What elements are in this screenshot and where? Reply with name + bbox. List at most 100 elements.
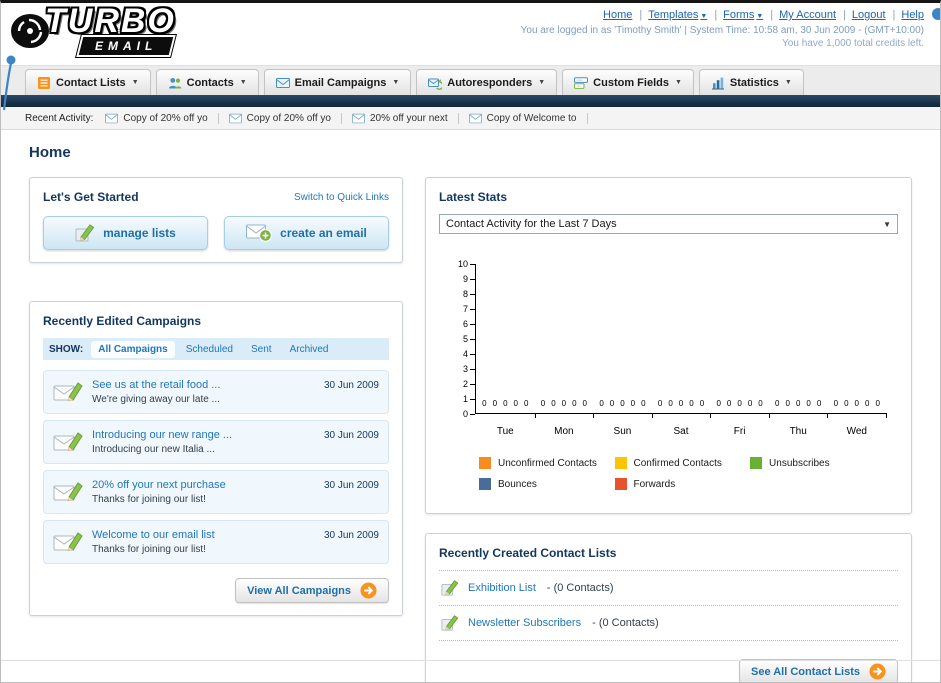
chart-x-tick-label: Wed [846,426,867,437]
legend-item: Unconfirmed Contacts [479,457,615,469]
see-all-contact-lists-label: See All Contact Lists [750,665,860,678]
latest-stats-panel: Latest Stats Contact Activity for the La… [425,177,912,514]
legend-item: Forwards [614,478,751,490]
contact-activity-chart: 10 9 8 7 6 5 4 3 2 1 0 000000000000000000000000000… [449,260,887,499]
pencil-icon [441,614,459,632]
create-email-button[interactable]: create an email [224,216,389,250]
legend-swatch [479,478,491,490]
nav-link-logout[interactable]: Logout [852,9,896,21]
chart-y-tick: 8 [463,290,475,299]
recent-activity-text: Copy of 20% off yo [246,112,331,124]
recent-activity-item[interactable]: Copy of Welcome to [469,112,588,124]
view-all-campaigns-button[interactable]: View All Campaigns [235,578,389,603]
stats-period-dropdown[interactable]: Contact Activity for the Last 7 Days ▼ [439,214,898,234]
tab-label: Autoresponders [447,76,533,89]
campaign-list-item[interactable]: Introducing our new range ... Introducin… [43,420,389,464]
contact-lists-panel-title: Recently Created Contact Lists [439,546,617,560]
chart-y-tick: 2 [463,380,475,389]
campaign-subtitle: We're giving away our late ... [92,394,220,405]
envelope-icon [105,113,118,124]
filter-scheduled[interactable]: Scheduled [179,341,240,358]
chart-y-axis: 10 9 8 7 6 5 4 3 2 1 0 [449,260,475,419]
autoresponders-icon [428,76,442,90]
recent-activity-item[interactable]: 20% off your next [352,112,459,124]
legend-item: Confirmed Contacts [614,457,751,469]
latest-stats-title: Latest Stats [439,190,508,204]
chart-x-tick-label: Mon [554,426,574,437]
nav-link-help[interactable]: Help [901,9,924,21]
nav-link-my-account[interactable]: My Account [779,9,846,21]
statistics-icon [711,76,725,90]
chevron-down-icon: ▼ [392,79,400,86]
chart-y-tick: 0 [463,410,475,419]
legend-item: Bounces [479,478,615,490]
contact-lists-icon [37,76,51,90]
campaigns-panel-title: Recently Edited Campaigns [43,314,202,328]
campaign-date: 30 Jun 2009 [323,480,379,491]
main-content: Home Let's Get Started Switch to Quick L… [1,130,940,682]
campaign-title-link[interactable]: 20% off your next purchase [92,479,315,491]
logo-wordmark: TURBO EMAIL [45,4,177,58]
tab-label: Statistics [729,76,779,89]
campaign-subtitle: Thanks for joining our list! [92,544,206,555]
chart-y-tick: 4 [463,350,475,359]
tab-contact-lists[interactable]: Contact Lists ▼ [25,69,151,95]
envelope-icon [352,113,365,124]
nav-link-forms[interactable]: Forms ▼ [723,9,773,21]
campaign-list-item[interactable]: See us at the retail food ... We're givi… [43,370,389,414]
tab-email-campaigns[interactable]: Email Campaigns ▼ [263,69,412,95]
campaign-title-link[interactable]: Introducing our new range ... [92,429,315,441]
corner-dot-decoration [932,8,940,20]
contact-list-item[interactable]: Exhibition List - (0 Contacts) [439,571,898,606]
filter-all-campaigns[interactable]: All Campaigns [91,340,175,358]
tab-statistics[interactable]: Statistics ▼ [698,69,804,95]
contact-list-name-link[interactable]: Exhibition List [468,582,536,594]
tab-autoresponders[interactable]: Autoresponders ▼ [416,69,558,95]
campaigns-filter-bar: SHOW: All Campaigns Scheduled Sent Archi… [43,338,389,360]
tab-label: Contact Lists [56,76,126,89]
campaign-title-link[interactable]: Welcome to our email list [92,529,315,541]
contact-list-item[interactable]: Newsletter Subscribers - (0 Contacts) [439,606,898,641]
manage-lists-button[interactable]: manage lists [43,216,208,250]
tab-label: Custom Fields [593,76,669,89]
get-started-panel: Let's Get Started Switch to Quick Links … [29,177,403,263]
chart-plot-groups: 00000000000000000000000000000000000 [476,393,887,418]
credits-remaining-text: You have 1,000 total credits left. [782,38,924,49]
nav-link-home[interactable]: Home [603,9,642,21]
campaign-list-item[interactable]: 20% off your next purchase Thanks for jo… [43,470,389,514]
recent-activity-text: Copy of 20% off yo [123,112,208,124]
chevron-down-icon: ▼ [700,13,708,20]
envelope-pencil-icon [53,379,83,403]
campaign-list-item[interactable]: Welcome to our email list Thanks for joi… [43,520,389,564]
recent-activity-item[interactable]: Copy of 20% off yo [105,112,219,124]
pencil-icon [75,223,95,243]
see-all-contact-lists-button[interactable]: See All Contact Lists [738,659,898,682]
filter-archived[interactable]: Archived [283,341,336,358]
campaign-title-link[interactable]: See us at the retail food ... [92,379,315,391]
tab-custom-fields[interactable]: Custom Fields ▼ [562,69,694,95]
chart-x-labels: Tue Mon Sun Sat Fri Thu Wed [476,426,886,437]
custom-fields-icon [574,76,588,90]
legend-label: Unconfirmed Contacts [498,457,597,469]
recently-edited-campaigns-panel: Recently Edited Campaigns SHOW: All Camp… [29,301,403,616]
recent-activity-item[interactable]: Copy of 20% off yo [229,112,342,124]
recent-activity-label: Recent Activity: [25,112,94,124]
filter-sent[interactable]: Sent [244,341,279,358]
legend-swatch [750,457,763,469]
tab-contacts[interactable]: Contacts ▼ [155,69,259,95]
legend-label: Bounces [498,478,537,490]
turbo-email-logo[interactable]: TURBO EMAIL [7,4,177,58]
chart-y-tick: 6 [463,320,475,329]
chart-y-tick: 5 [463,335,475,344]
switch-quick-links-link[interactable]: Switch to Quick Links [294,192,389,203]
contact-list-name-link[interactable]: Newsletter Subscribers [468,617,581,629]
nav-link-templates[interactable]: Templates ▼ [648,9,717,21]
chart-legend: Unconfirmed Contacts Confirmed Contacts Un… [479,457,886,499]
legend-swatch [479,457,491,469]
envelope-icon [469,113,482,124]
chart-y-tick: 3 [463,365,475,374]
envelope-pencil-icon [53,429,83,453]
legend-label: Forwards [633,478,676,490]
chart-x-tick-label: Sun [613,426,632,437]
chevron-down-icon: ▼ [883,219,891,229]
